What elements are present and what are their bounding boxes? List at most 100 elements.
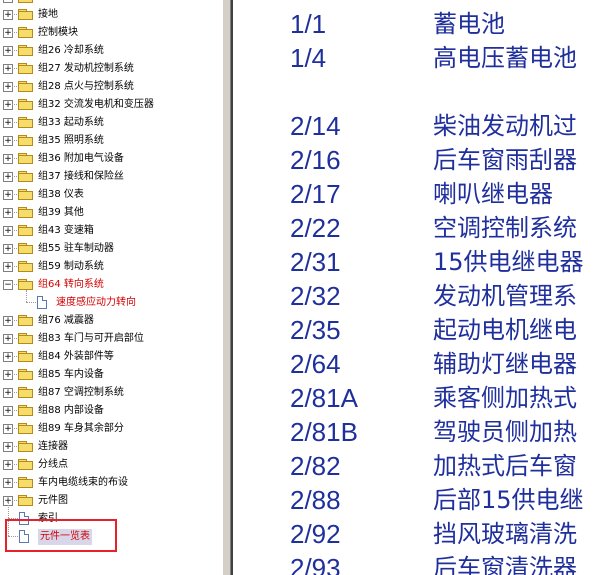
expand-icon[interactable]: + [3, 226, 13, 236]
component-code: 2/14 [290, 111, 341, 141]
tree-connector [12, 410, 17, 411]
tree-item-label: 组76 减震器 [38, 315, 94, 326]
pane-splitter[interactable] [222, 0, 231, 575]
component-list-document: 1/1 蓄电池 1/4 高电压蓄电池 2/14 柴油发动机过 2/16 后车窗雨刮器 2/17 喇… [233, 0, 598, 575]
folder-icon [18, 153, 33, 164]
tree-connector [12, 248, 17, 249]
folder-icon [18, 0, 33, 3]
component-code: 2/64 [290, 349, 341, 379]
tree-folder-item[interactable]: + 组83 车门与可开启部位 [0, 330, 222, 348]
tree-connector [12, 374, 17, 375]
component-code: 1/4 [290, 43, 327, 73]
tree-folder-item[interactable]: + 组37 接线和保险丝 [0, 168, 222, 186]
tree-folder-item[interactable]: + 组88 内部设备 [0, 402, 222, 420]
tree-folder-item[interactable]: + 组27 发动机控制系统 [0, 60, 222, 78]
folder-icon [18, 423, 33, 434]
tree-connector [12, 50, 17, 51]
tree-item-label: 组33 起动系统 [38, 117, 104, 128]
expand-icon[interactable]: + [3, 478, 13, 488]
expand-icon[interactable]: + [3, 352, 13, 362]
tree-folder-item[interactable]: + 组38 仪表 [0, 186, 222, 204]
tree-child-item[interactable]: 速度感应动力转向 [0, 290, 222, 312]
component-row: 2/93 后车窗清洗器 [233, 551, 598, 575]
folder-icon [18, 351, 33, 362]
document-page-icon [37, 296, 47, 309]
tree-folder-item[interactable]: + 组28 点火与控制系统 [0, 78, 222, 96]
folder-icon [18, 315, 33, 326]
expand-icon[interactable]: + [3, 190, 13, 200]
expand-icon[interactable]: + [3, 334, 13, 344]
expand-icon[interactable]: + [3, 424, 13, 434]
expand-icon[interactable]: + [3, 82, 13, 92]
expand-icon[interactable]: + [3, 442, 13, 452]
tree-folder-item[interactable]: + 组39 其他 [0, 204, 222, 222]
component-row: 2/31 15供电继电器 [233, 245, 598, 279]
component-code: 2/93 [290, 553, 341, 575]
component-row: 2/17 喇叭继电器 [233, 177, 598, 211]
folder-icon [18, 207, 33, 218]
expand-icon[interactable]: + [3, 388, 13, 398]
component-name: 乘客侧加热式 [433, 384, 577, 412]
tree-folder-item[interactable]: + 组59 制动系统 [0, 258, 222, 276]
tree-folder-item[interactable]: + 组35 照明系统 [0, 132, 222, 150]
tree-connector [12, 140, 17, 141]
expand-icon[interactable]: + [3, 460, 13, 470]
tree-folder-item[interactable]: + 接地 [0, 6, 222, 24]
component-name: 后部15供电继 [433, 486, 584, 514]
tree-folder-item[interactable]: + 组26 冷却系统 [0, 42, 222, 60]
expand-icon[interactable]: + [3, 316, 13, 326]
tree-connector [26, 290, 27, 302]
component-code: 1/1 [290, 9, 327, 39]
tree-folder-item[interactable]: + 组36 附加电气设备 [0, 150, 222, 168]
expand-icon[interactable]: + [3, 64, 13, 74]
expand-icon[interactable]: + [3, 406, 13, 416]
tree-folder-item[interactable]: + 组85 车内设备 [0, 366, 222, 384]
tree-folder-item[interactable]: + 连接器 [0, 438, 222, 456]
tree-folder-item[interactable]: + 组84 外装部件等 [0, 348, 222, 366]
tree-folder-item[interactable]: + 控制模块 [0, 24, 222, 42]
tree-folder-item[interactable]: + 组33 起动系统 [0, 114, 222, 132]
tree-folder-item[interactable]: + 元件图 [0, 492, 222, 510]
tree-folder-item[interactable]: + 组89 车身其余部分 [0, 420, 222, 438]
component-row: 2/81A 乘客侧加热式 [233, 381, 598, 415]
expand-icon[interactable]: + [3, 46, 13, 56]
tree-item-label: 组64 转向系统 [38, 279, 104, 290]
expand-icon[interactable]: + [3, 370, 13, 380]
tree-connector [12, 356, 17, 357]
tree-connector [12, 446, 17, 447]
expand-icon[interactable]: + [3, 208, 13, 218]
tree-folder-item[interactable]: − 组64 转向系统 [0, 276, 222, 294]
component-code: 2/81B [290, 417, 358, 447]
tree-item-label: 分线点 [38, 459, 68, 470]
tree-folder-item[interactable]: + 组43 变速箱 [0, 222, 222, 240]
expand-icon[interactable]: + [3, 100, 13, 110]
tree-connector [12, 194, 17, 195]
folder-icon [18, 261, 33, 272]
tree-folder-item[interactable]: + 组55 驻车制动器 [0, 240, 222, 258]
folder-icon [18, 45, 33, 56]
expand-icon[interactable]: + [3, 262, 13, 272]
tree-folder-item[interactable]: + 车内电缆线束的布设 [0, 474, 222, 492]
tree-folder-item[interactable]: + 组87 空调控制系统 [0, 384, 222, 402]
expand-icon[interactable]: + [3, 28, 13, 38]
tree-item-label: 连接器 [38, 441, 68, 452]
expand-icon[interactable]: + [3, 244, 13, 254]
folder-icon [18, 63, 33, 74]
component-name: 驾驶员侧加热 [433, 418, 577, 446]
expand-icon[interactable]: + [3, 118, 13, 128]
collapse-icon[interactable]: − [3, 280, 13, 290]
component-name: 蓄电池 [433, 10, 505, 38]
tree-folder-item[interactable]: + 组76 减震器 [0, 312, 222, 330]
component-name: 后车窗清洗器 [433, 554, 577, 575]
folder-icon [18, 405, 33, 416]
expand-icon[interactable]: + [3, 172, 13, 182]
tree-folder-item[interactable]: + 组32 交流发电机和变压器 [0, 96, 222, 114]
expand-icon[interactable]: + [3, 10, 13, 20]
tree-connector [26, 302, 36, 303]
component-code: 2/32 [290, 281, 341, 311]
expand-icon[interactable]: + [3, 136, 13, 146]
tree-folder-item[interactable]: + 分线点 [0, 456, 222, 474]
expand-icon[interactable]: + [3, 154, 13, 164]
folder-icon [18, 225, 33, 236]
expand-icon[interactable]: + [3, 0, 13, 3]
